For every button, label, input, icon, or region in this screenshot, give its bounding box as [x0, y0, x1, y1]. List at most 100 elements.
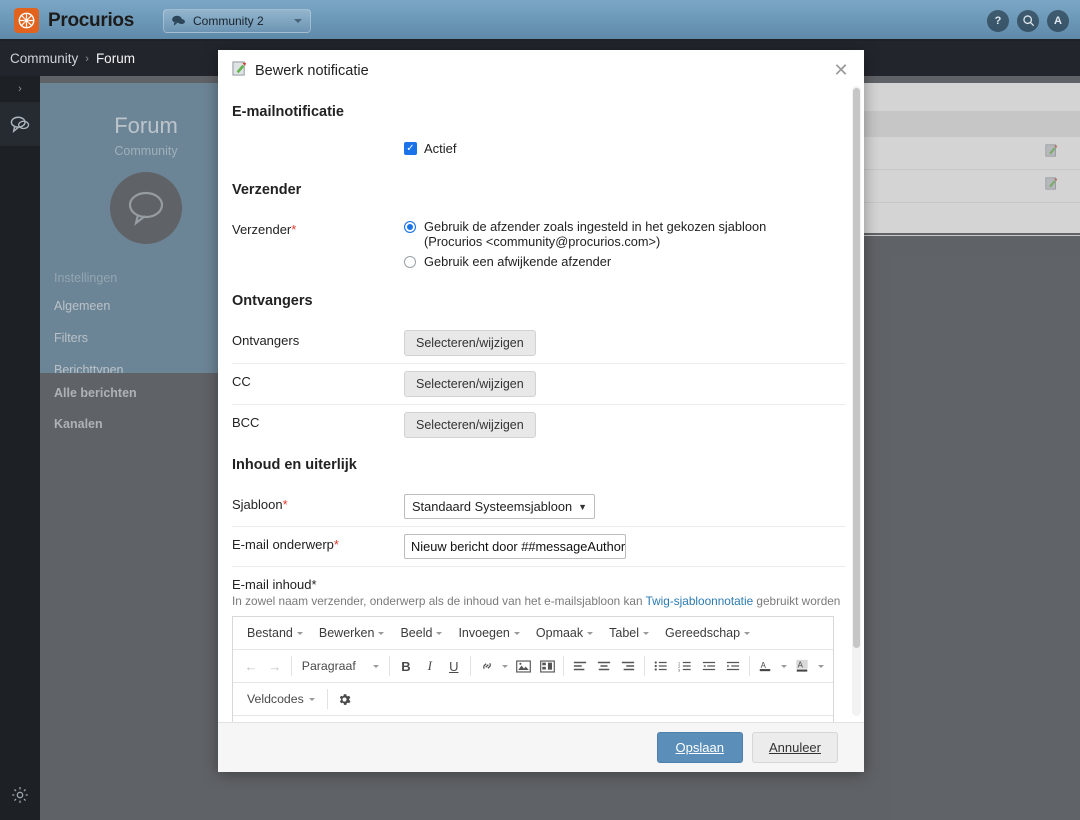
required-marker: *: [291, 222, 297, 237]
editor-menu-gereedschap[interactable]: Gereedschap: [658, 623, 757, 643]
numbered-list-icon[interactable]: 123: [673, 654, 697, 678]
row-label-empty: [232, 141, 404, 144]
text-color-caret[interactable]: [777, 654, 790, 678]
editor-menu-opmaak[interactable]: Opmaak: [529, 623, 600, 643]
bold-button[interactable]: B: [394, 654, 418, 678]
breadcrumb-current: Forum: [95, 51, 135, 66]
help-button[interactable]: ?: [987, 9, 1009, 32]
toolbar-divider: [326, 689, 328, 709]
dialog-footer: Opslaan Annuleer: [218, 722, 864, 772]
chat-bubbles-icon: [171, 14, 186, 27]
text-color-icon[interactable]: A: [754, 654, 778, 678]
highlight-color-icon[interactable]: A: [790, 654, 814, 678]
dialog-header: Bewerk notificatie ✕: [218, 50, 864, 92]
editor-settings-button[interactable]: [332, 687, 358, 711]
outdent-icon[interactable]: [697, 654, 721, 678]
row-onderwerp: E-mail onderwerp* Nieuw bericht door ##m…: [232, 527, 846, 567]
edit-notification-dialog: Bewerk notificatie ✕ E-mailnotificatie ✓…: [218, 50, 864, 772]
select-cc-button[interactable]: Selecteren/wijzigen: [404, 371, 536, 397]
link-icon[interactable]: [475, 654, 499, 678]
undo-arrow-icon[interactable]: ←: [239, 654, 263, 678]
select-bcc-button[interactable]: Selecteren/wijzigen: [404, 412, 536, 438]
chevron-down-icon: [308, 697, 315, 701]
row-label-ontvangers: Ontvangers: [232, 333, 300, 348]
editor-toolbar-row-2: Veldcodes: [233, 683, 833, 716]
row-label-cc: CC: [232, 374, 251, 389]
required-marker: *: [333, 537, 339, 552]
icon-rail: [0, 76, 40, 820]
row-label-bcc: BCC: [232, 415, 260, 430]
chevron-down-icon: [373, 664, 380, 668]
chevron-down-icon: [587, 631, 594, 635]
bullet-list-icon[interactable]: [649, 654, 673, 678]
subject-input[interactable]: Nieuw bericht door ##messageAuthor##: ##: [404, 534, 626, 559]
editor-menu-bewerken[interactable]: Bewerken: [312, 623, 392, 643]
section-heading-sender: Verzender: [232, 182, 302, 198]
align-right-icon[interactable]: [616, 654, 640, 678]
row-ontvangers: Ontvangers Selecteren/wijzigen: [232, 323, 846, 364]
community-selector[interactable]: Community 2: [163, 8, 311, 33]
scrollbar-thumb[interactable]: [853, 88, 860, 648]
underline-button[interactable]: U: [442, 654, 466, 678]
template-select[interactable]: Standaard Systeemsjabloon ▼: [404, 494, 596, 519]
twig-notation-link[interactable]: Twig-sjabloonnotatie: [646, 594, 754, 608]
rail-expand-button[interactable]: ›: [0, 76, 40, 102]
rail-item-chat[interactable]: [0, 102, 40, 146]
label-text: Sjabloon: [232, 497, 283, 512]
top-bar: Procurios Community 2 ? A: [0, 0, 1080, 41]
editor-content[interactable]: Beste ##recipientFullName##, ##messageAu…: [233, 716, 833, 722]
menu-label: Tabel: [609, 626, 640, 640]
close-icon[interactable]: ✕: [832, 61, 850, 80]
chevron-down-icon: [436, 631, 443, 635]
rail-item-settings[interactable]: [0, 785, 40, 805]
avatar-icon: A: [1054, 14, 1062, 27]
editor-menu-beeld[interactable]: Beeld: [393, 623, 449, 643]
svg-text:3: 3: [678, 668, 680, 672]
sender-option-template[interactable]: Gebruik de afzender zoals ingesteld in h…: [404, 219, 846, 249]
section-heading-notification: E-mailnotificatie: [232, 104, 344, 120]
cancel-button[interactable]: Annuleer: [751, 732, 838, 763]
gear-icon: [340, 693, 351, 705]
brand[interactable]: Procurios: [14, 8, 134, 33]
help-suffix: gebruikt worden: [753, 594, 841, 608]
chat-bubbles-icon: [10, 116, 30, 133]
dialog-title: Bewerk notificatie: [255, 63, 369, 79]
image-icon[interactable]: [511, 654, 535, 678]
italic-button[interactable]: I: [418, 654, 442, 678]
save-button[interactable]: Opslaan: [656, 732, 743, 763]
account-button[interactable]: A: [1047, 9, 1069, 32]
sender-option-template-label: Gebruik de afzender zoals ingesteld in h…: [424, 219, 767, 249]
editor-menu-tabel[interactable]: Tabel: [602, 623, 656, 643]
editor-menu-invoegen[interactable]: Invoegen: [451, 623, 526, 643]
highlight-color-caret[interactable]: [814, 654, 827, 678]
toolbar-divider: [748, 656, 750, 676]
breadcrumb-separator: ›: [85, 52, 89, 65]
breadcrumb-root[interactable]: Community: [10, 51, 78, 66]
redo-arrow-icon[interactable]: →: [263, 654, 287, 678]
question-mark-icon: ?: [994, 14, 1002, 27]
sender-option-custom[interactable]: Gebruik een afwijkende afzender: [404, 254, 846, 269]
link-caret[interactable]: [499, 654, 512, 678]
top-bar-actions: ? A: [987, 9, 1069, 32]
toolbar-divider: [469, 656, 471, 676]
align-center-icon[interactable]: [592, 654, 616, 678]
editor-menu-bestand[interactable]: Bestand: [240, 623, 310, 643]
active-checkbox[interactable]: ✓ Actief: [404, 141, 846, 156]
media-icon[interactable]: [535, 654, 559, 678]
format-select[interactable]: Paragraaf: [296, 656, 385, 676]
svg-text:A: A: [798, 660, 804, 669]
search-button[interactable]: [1017, 9, 1039, 32]
toolbar-divider: [290, 656, 292, 676]
procurios-wheel-icon: [14, 8, 39, 33]
select-recipients-button[interactable]: Selecteren/wijzigen: [404, 330, 536, 356]
required-marker: *: [282, 497, 288, 512]
align-left-icon[interactable]: [568, 654, 592, 678]
dialog-scrollbar[interactable]: [852, 86, 861, 716]
toolbar-divider: [389, 656, 390, 676]
required-marker: *: [311, 577, 317, 592]
gear-icon: [12, 787, 28, 803]
fieldcodes-dropdown[interactable]: Veldcodes: [239, 689, 323, 709]
cancel-label: Annuleer: [768, 740, 821, 755]
row-label-sender: Verzender*: [232, 219, 404, 237]
indent-icon[interactable]: [721, 654, 745, 678]
